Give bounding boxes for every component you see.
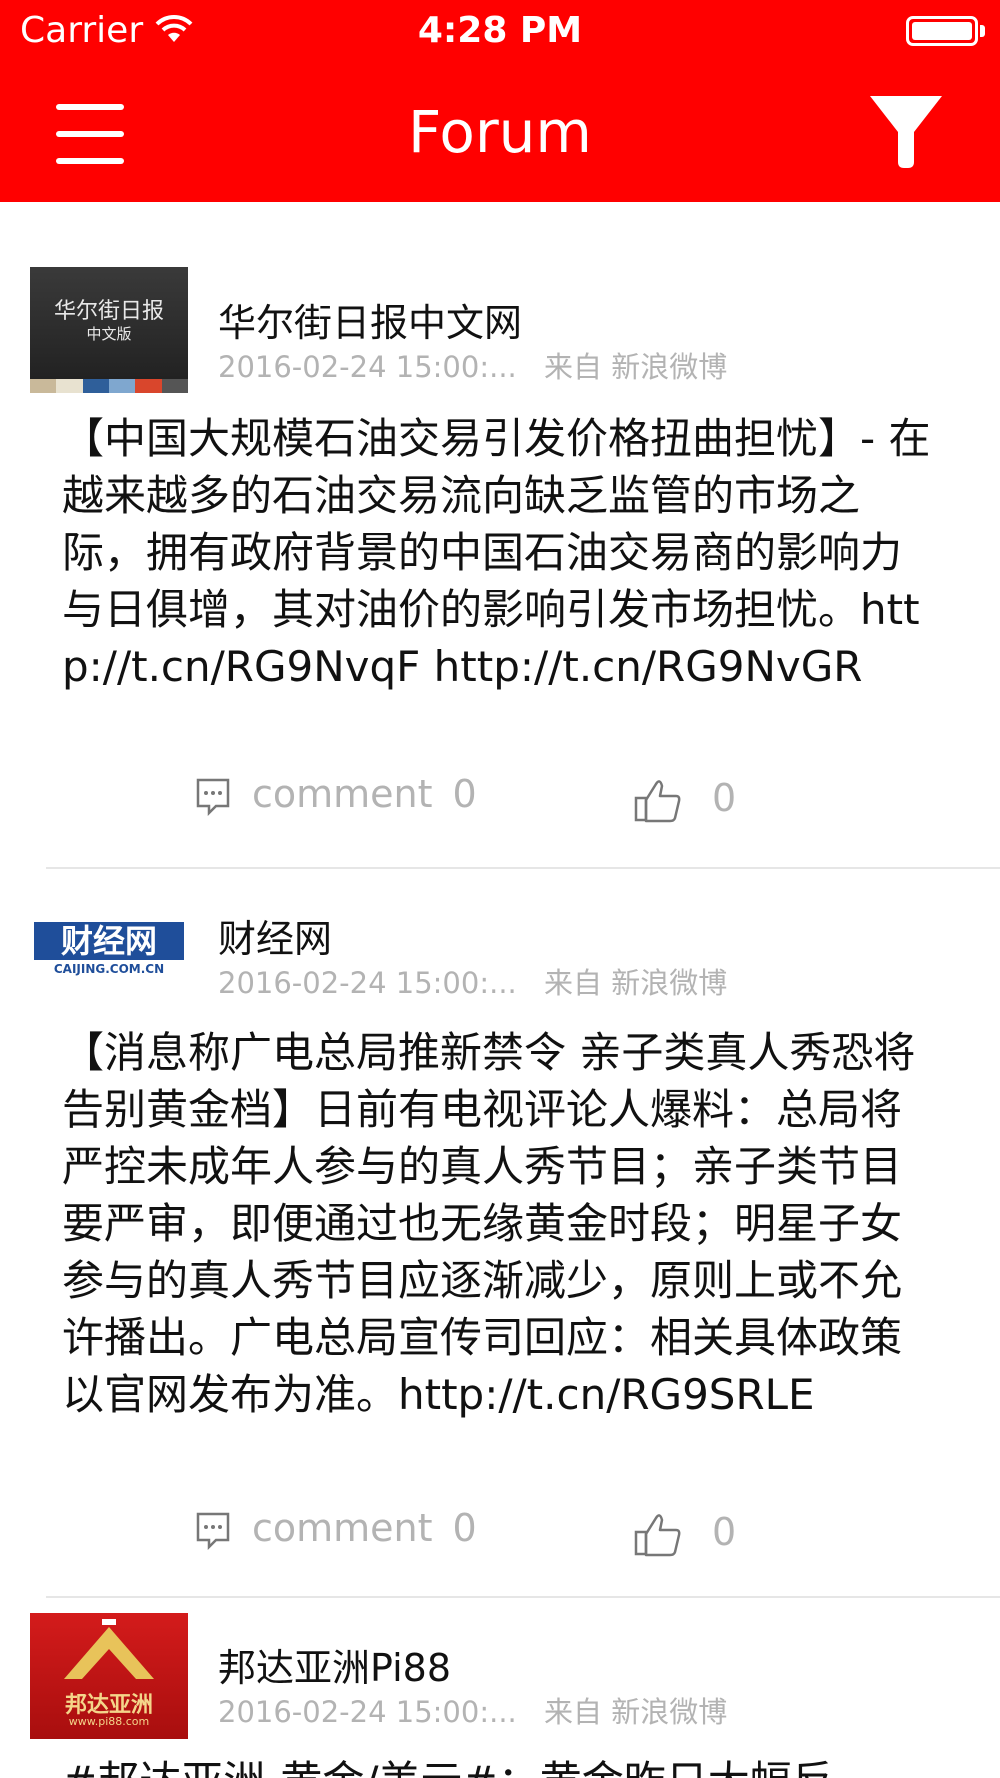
post-source: 来自 新浪微博 [543,1695,728,1729]
avatar: 财经网 CAIJING.COM.CN [30,910,188,1036]
avatar-logo-subtext: CAIJING.COM.CN [53,962,165,976]
post-source: 来自 新浪微博 [543,966,728,1000]
filter-funnel-icon[interactable] [868,92,944,172]
comment-count: 0 [452,772,477,816]
page-title: Forum [408,98,592,166]
comment-bubble-icon [196,1512,230,1550]
avatar-logo-text: 华尔街日报 [53,299,164,324]
post-meta: 2016-02-24 15:00:... 来自 新浪微博 [218,960,727,1002]
status-bar: Carrier 4:28 PM [0,0,1000,66]
comment-label: comment [252,772,433,816]
post-timestamp: 2016-02-24 15:00:... [218,350,517,384]
post-timestamp: 2016-02-24 15:00:... [218,1695,517,1729]
post-meta: 2016-02-24 15:00:... 来自 新浪微博 [218,1689,727,1731]
avatar: 邦达亚洲 www.pi88.com [30,1613,188,1739]
post-body: 【消息称广电总局推新禁令 亲子类真人秀恐将告别黄金档】日前有电视评论人爆料：总局… [62,1028,916,1419]
like-button[interactable]: 0 [634,1510,736,1558]
like-count: 0 [712,1510,737,1554]
status-time: 4:28 PM [417,10,583,51]
post-author[interactable]: 华尔街日报中文网 [218,292,522,347]
post-item[interactable]: 邦达亚洲 www.pi88.com 邦达亚洲Pi88 2016-02-24 15… [0,1597,1000,1778]
comment-button[interactable]: comment 0 [196,1506,477,1550]
post-item[interactable]: 财经网 CAIJING.COM.CN 财经网 2016-02-24 15:00:… [0,868,1000,1596]
avatar-logo-subtext: 中文版 [86,325,132,343]
post-body: 【中国大规模石油交易引发价格扭曲担忧】- 在越来越多的石油交易流向缺乏监管的市场… [62,414,931,691]
avatar-color-strip [30,379,188,393]
like-button[interactable]: 0 [634,776,736,824]
comment-bubble-icon [196,778,230,816]
thumbs-up-icon [634,779,681,822]
post-author[interactable]: 邦达亚洲Pi88 [218,1637,451,1692]
post-meta: 2016-02-24 15:00:... 来自 新浪微博 [218,344,727,386]
comment-label: comment [252,1506,433,1550]
avatar-logo-subtext: www.pi88.com [68,1715,150,1728]
post-source: 来自 新浪微博 [543,350,728,384]
post-item[interactable]: 华尔街日报 中文版 华尔街日报中文网 2016-02-24 15:00:... … [0,202,1000,868]
avatar: 华尔街日报 中文版 [30,267,188,393]
comment-count: 0 [452,1506,477,1550]
comment-button[interactable]: comment 0 [196,772,477,816]
thumbs-up-icon [634,1513,681,1556]
like-count: 0 [712,776,737,820]
battery-icon [906,16,978,46]
post-body: #邦达亚洲-黄金/美元#：黄金昨日大幅反 [62,1753,942,1778]
avatar-logo-text: 财经网 [34,922,184,960]
battery-tip [980,25,985,37]
post-author[interactable]: 财经网 [218,908,332,963]
post-timestamp: 2016-02-24 15:00:... [218,966,517,1000]
nav-bar: Forum [0,66,1000,202]
